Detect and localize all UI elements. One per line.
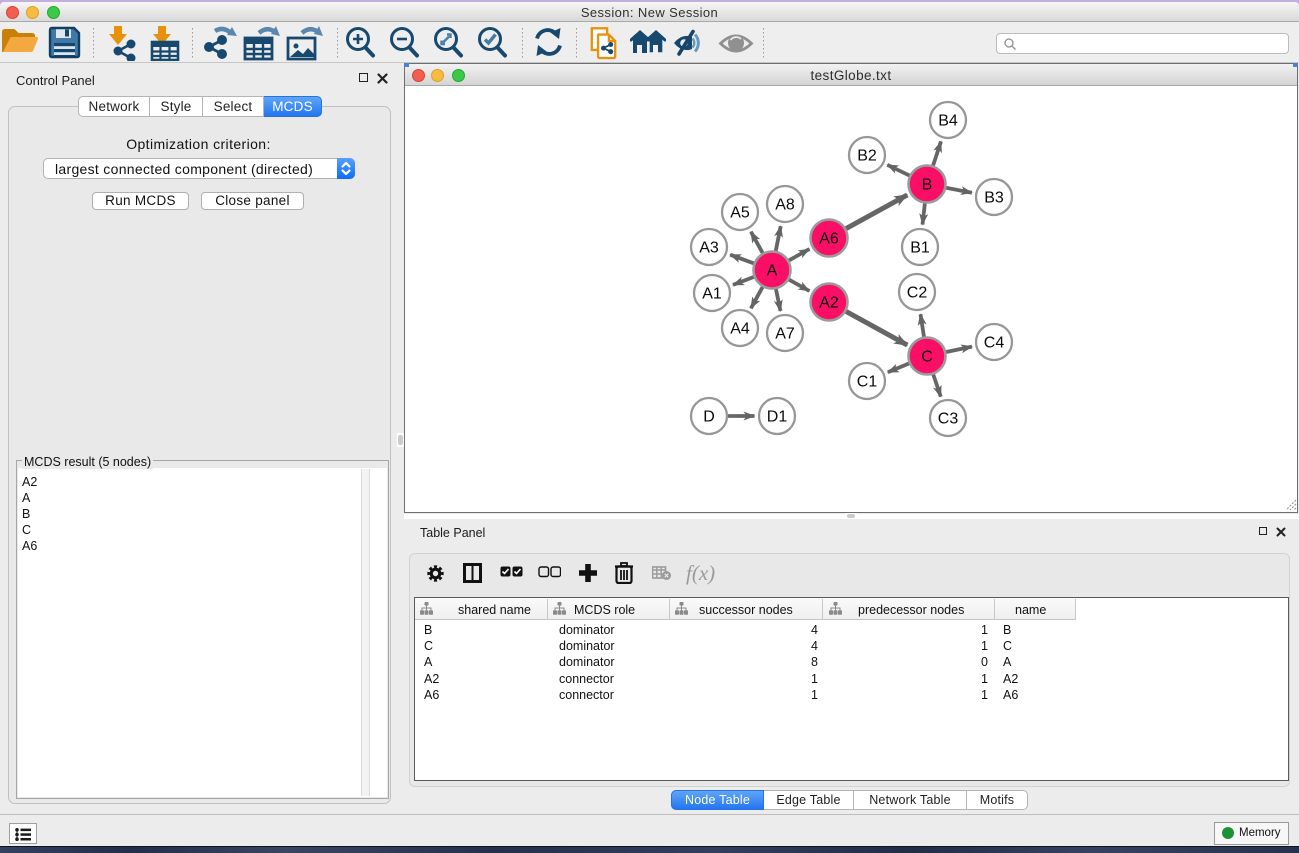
svg-text:A: A — [767, 263, 778, 280]
svg-text:C1: C1 — [857, 374, 878, 391]
svg-text:A1: A1 — [702, 286, 722, 303]
svg-text:A5: A5 — [730, 205, 750, 222]
svg-text:B: B — [922, 177, 933, 194]
svg-text:D: D — [703, 409, 715, 426]
svg-text:B3: B3 — [984, 190, 1004, 207]
svg-text:B2: B2 — [857, 148, 877, 165]
svg-text:A6: A6 — [819, 231, 839, 248]
svg-text:A2: A2 — [819, 295, 839, 312]
svg-text:A4: A4 — [730, 321, 750, 338]
svg-text:B4: B4 — [938, 113, 958, 130]
svg-text:D1: D1 — [767, 409, 788, 426]
svg-text:C4: C4 — [984, 335, 1005, 352]
svg-text:C2: C2 — [907, 285, 928, 302]
svg-text:A7: A7 — [775, 326, 795, 343]
svg-text:A8: A8 — [775, 197, 795, 214]
svg-text:C3: C3 — [938, 411, 959, 428]
svg-text:C: C — [921, 349, 933, 366]
svg-text:A3: A3 — [699, 240, 719, 257]
svg-text:B1: B1 — [910, 240, 930, 257]
